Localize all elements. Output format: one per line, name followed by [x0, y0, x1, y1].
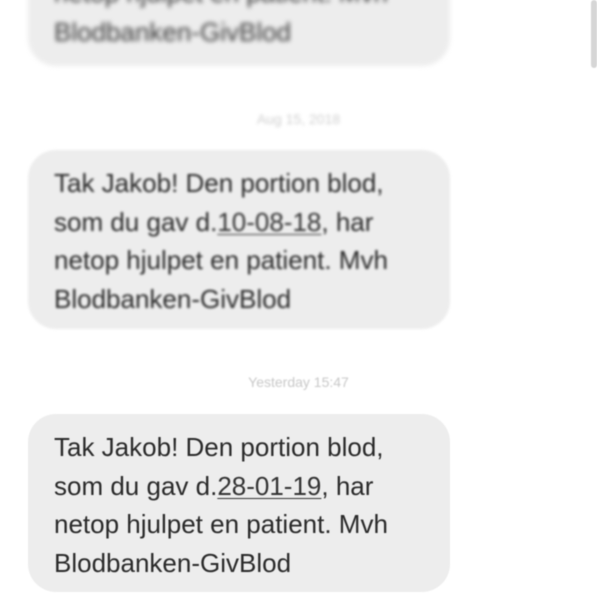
message-timestamp: Yesterday 15:47: [248, 374, 349, 390]
message-thread[interactable]: netop hjulpet en patient. Mvh Blodbanken…: [0, 0, 597, 600]
sms-conversation-screen: netop hjulpet en patient. Mvh Blodbanken…: [0, 0, 597, 600]
message-timestamp: Aug 15, 2018: [256, 111, 341, 127]
message-text-line: Blodbanken-GivBlod: [54, 16, 292, 47]
message-bubble-previous[interactable]: netop hjulpet en patient. Mvh Blodbanken…: [28, 0, 450, 66]
message-text-line: netop hjulpet en patient. Mvh: [54, 0, 388, 8]
date-link[interactable]: 28-01-19: [217, 471, 321, 501]
scrollbar[interactable]: [591, 0, 597, 68]
message-bubble[interactable]: Tak Jakob! Den portion blod, som du gav …: [28, 414, 450, 592]
message-bubble[interactable]: Tak Jakob! Den portion blod, som du gav …: [28, 150, 450, 329]
date-link[interactable]: 10-08-18: [217, 207, 321, 237]
